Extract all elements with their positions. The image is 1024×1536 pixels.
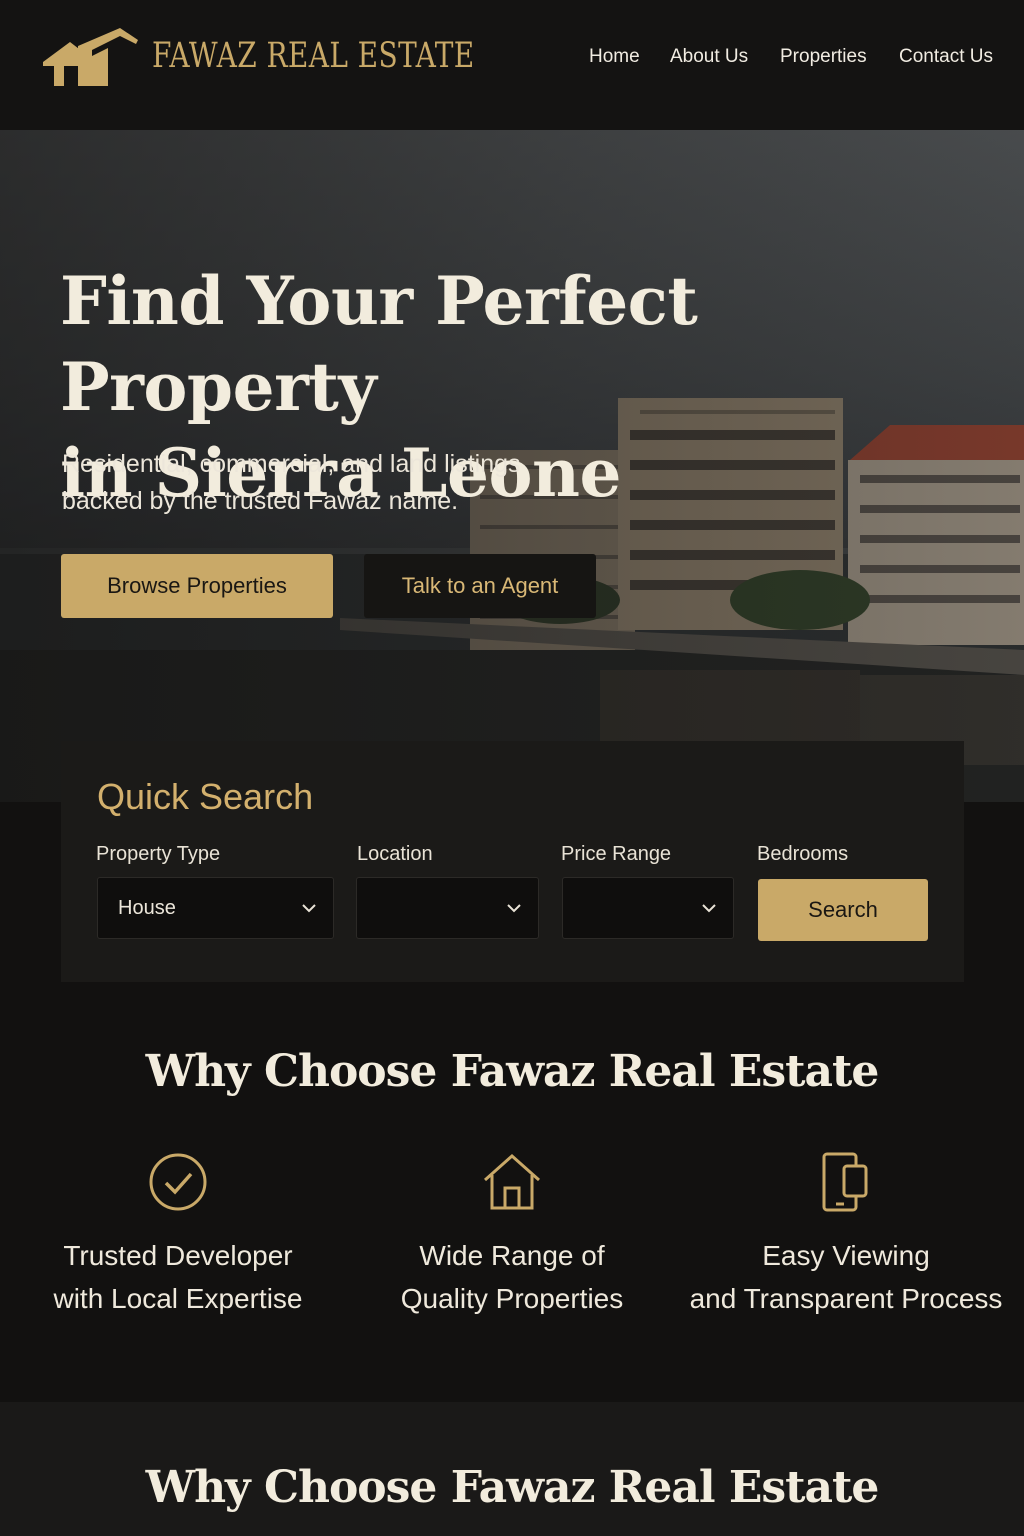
house-roof-logo-icon[interactable]	[40, 26, 140, 88]
location-select[interactable]	[356, 877, 539, 939]
feature-2-line2: Quality Properties	[400, 1283, 624, 1314]
quick-search-title: Quick Search	[97, 776, 314, 817]
nav-home[interactable]: Home	[589, 44, 640, 70]
property-type-value: House	[118, 897, 176, 919]
chevron-down-icon	[507, 904, 521, 913]
brand-name[interactable]: FAWAZ REAL ESTATE	[152, 34, 475, 78]
chevron-down-icon	[302, 904, 316, 913]
price-range-select[interactable]	[562, 877, 734, 939]
location-label: Location	[357, 843, 433, 865]
nav-contact-us[interactable]: Contact Us	[899, 44, 993, 70]
second-section-title: Why Choose Fawaz Real Estate	[145, 1462, 880, 1513]
feature-3-line2: and Transparent Process	[689, 1283, 1003, 1314]
property-type-label: Property Type	[96, 843, 221, 865]
site-header: FAWAZ REAL ESTATE Home About Us Properti…	[0, 0, 1024, 130]
feature-1-line1: Trusted Developer	[63, 1240, 293, 1271]
chevron-down-icon	[702, 904, 716, 913]
hero-subtitle-line1: Residential, commercial, and land listin…	[62, 450, 521, 478]
bedrooms-label: Bedrooms	[757, 843, 849, 865]
price-range-label: Price Range	[561, 843, 672, 865]
hero-title-line1: Find Your Perfect Property	[60, 262, 698, 426]
feature-2-line1: Wide Range of	[419, 1240, 605, 1271]
property-type-select[interactable]: House	[97, 877, 334, 939]
feature-1-line2: with Local Expertise	[53, 1283, 303, 1314]
hero-subtitle-line2: backed by the trusted Fawaz name.	[62, 487, 459, 515]
feature-3-line1: Easy Viewing	[762, 1240, 930, 1271]
check-circle-icon	[149, 1153, 207, 1211]
nav-about-us[interactable]: About Us	[670, 44, 748, 70]
nav-properties[interactable]: Properties	[780, 44, 867, 70]
devices-icon	[822, 1152, 868, 1212]
hero-section: Find Your Perfect Property in Sierra Leo…	[0, 130, 1024, 802]
feature-wide-range: Wide Range of Quality Properties	[342, 1150, 682, 1320]
house-icon	[484, 1153, 540, 1210]
talk-to-agent-button[interactable]: Talk to an Agent	[364, 554, 596, 618]
search-button[interactable]: Search	[758, 879, 928, 941]
hero-subtitle: Residential, commercial, and land listin…	[62, 446, 602, 520]
feature-trusted-developer: Trusted Developer with Local Expertise	[8, 1150, 348, 1320]
feature-easy-viewing: Easy Viewing and Transparent Process	[676, 1150, 1016, 1320]
quick-search-panel: Quick Search Property Type Location Pric…	[61, 741, 964, 982]
browse-properties-button[interactable]: Browse Properties	[61, 554, 333, 618]
why-choose-title: Why Choose Fawaz Real Estate	[145, 1046, 880, 1097]
